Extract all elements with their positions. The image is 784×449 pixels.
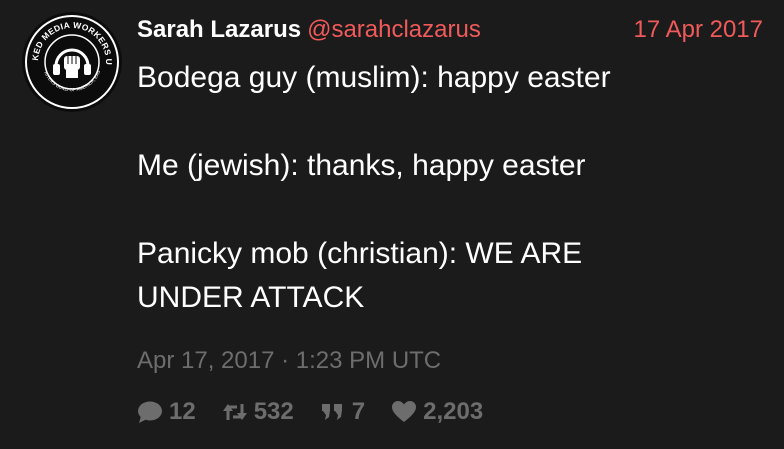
like-count: 2,203 <box>423 398 484 425</box>
comment-icon <box>137 400 163 424</box>
tweet-date-link[interactable]: 17 Apr 2017 <box>634 12 763 48</box>
reply-count: 12 <box>169 398 196 425</box>
fullname[interactable]: Sarah Lazarus <box>137 16 301 43</box>
retweet-icon <box>222 400 248 424</box>
tweet-line: Bodega guy (muslim): happy easter <box>137 61 611 94</box>
tweet-line: Me (jewish): thanks, happy easter <box>137 149 586 182</box>
retweet-count: 532 <box>253 398 294 425</box>
quote-icon <box>320 400 346 424</box>
tweet-line-break <box>137 188 767 232</box>
quote-count: 7 <box>351 398 366 425</box>
username[interactable]: @sarahclazarus <box>307 16 481 43</box>
quote-stat[interactable]: 7 <box>320 398 365 426</box>
tweet-content: Bodega guy (muslim): happy easter Me (je… <box>137 56 767 320</box>
tweet-line-break <box>137 100 767 144</box>
avatar[interactable]: CROOKED MEDIA WORKERS UNION WRITERS GUIL… <box>22 12 122 112</box>
retweet-stat[interactable]: 532 <box>222 398 294 426</box>
tweet-header: Sarah Lazarus @sarahclazarus 17 Apr 2017 <box>137 12 765 48</box>
tweet-line: UNDER ATTACK <box>137 281 365 314</box>
tweet-timestamp: Apr 17, 2017 · 1:23 PM UTC <box>137 347 442 374</box>
tweet: CROOKED MEDIA WORKERS UNION WRITERS GUIL… <box>0 0 784 449</box>
tweet-line: Panicky mob (christian): WE ARE <box>137 237 583 270</box>
like-stat[interactable]: 2,203 <box>391 398 483 426</box>
reply-stat[interactable]: 12 <box>137 398 196 426</box>
tweet-stats: 12 532 7 2,203 <box>137 395 509 429</box>
heart-icon <box>391 400 417 424</box>
union-logo-icon: CROOKED MEDIA WORKERS UNION WRITERS GUIL… <box>22 12 122 112</box>
